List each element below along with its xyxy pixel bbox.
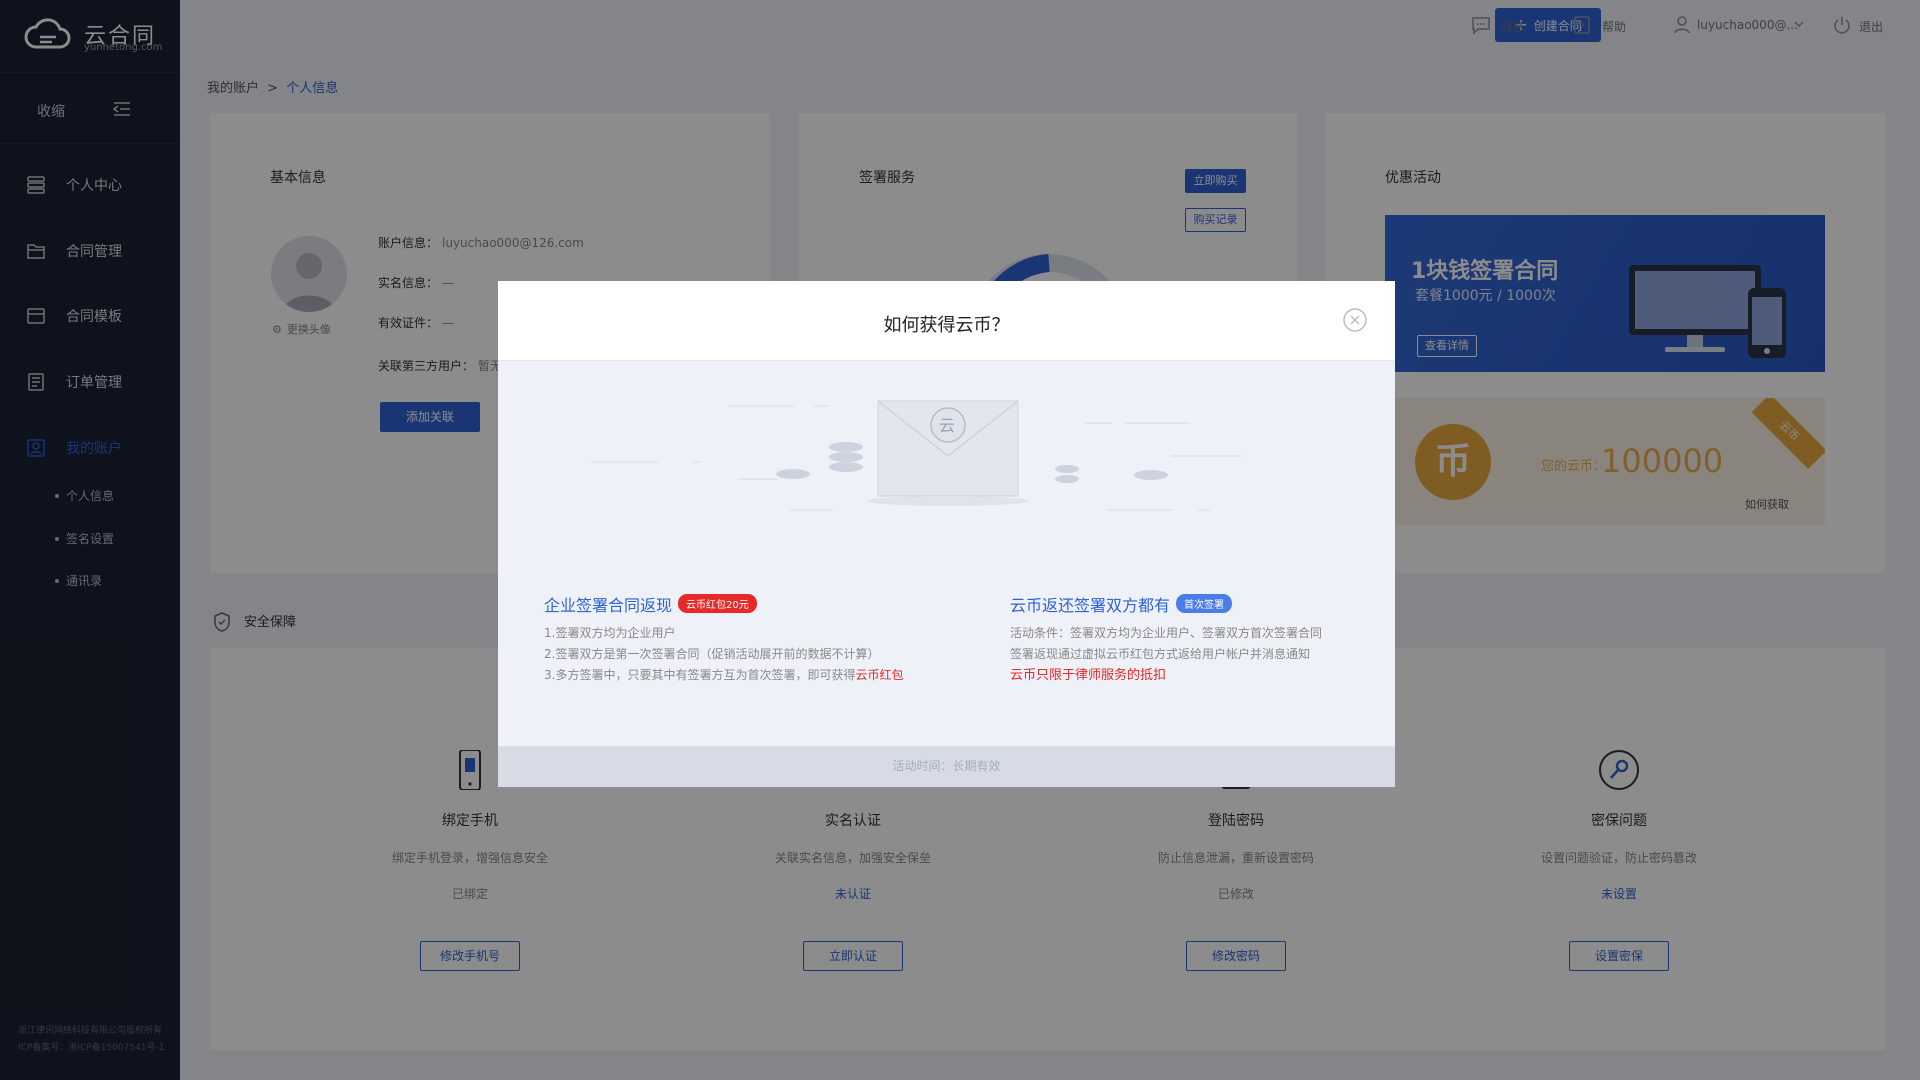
promo-left-line3-text: 3.多方签署中，只要其中有签署方互为首次签署，即可获得 bbox=[544, 668, 856, 682]
modal-header: 如何获得云币？ bbox=[498, 281, 1395, 361]
promo-left-title: 企业签署合同返现 bbox=[544, 596, 673, 615]
promo-right-body: 活动条件：签署双方均为企业用户、签署双方首次签署合同 签署返现通过虚拟云币红包方… bbox=[1010, 623, 1322, 686]
envelope-illustration: 云 bbox=[498, 361, 1395, 541]
modal-footer: 活动时间：长期有效 bbox=[498, 746, 1395, 787]
envelope-glyph: 云 bbox=[939, 416, 955, 435]
promo-left-line: 1.签署双方均为企业用户 bbox=[544, 626, 676, 640]
promo-right-title: 云币返还签署双方都有 bbox=[1010, 596, 1171, 615]
promo-left-header: 企业签署合同返现 云币红包20元 bbox=[544, 592, 757, 616]
promo-left-line: 3.多方签署中，只要其中有签署方互为首次签署，即可获得云币红包 bbox=[544, 665, 903, 686]
modal-title: 如何获得云币？ bbox=[883, 315, 1010, 336]
coin-info-modal: 如何获得云币？ 云 企业签署合同返现 云币红包20元 1.签署双方均为企业用户 … bbox=[498, 281, 1395, 787]
promo-right-header: 云币返还签署双方都有 首次签署 bbox=[1010, 592, 1233, 616]
promo-left-line: 2.签署双方是第一次签署合同（促销活动展开前的数据不计算） bbox=[544, 647, 880, 661]
promo-right-line: 活动条件：签署双方均为企业用户、签署双方首次签署合同 bbox=[1010, 626, 1323, 640]
close-icon[interactable] bbox=[1342, 307, 1368, 333]
promo-right-line: 签署返现通过虚拟云币红包方式返给用户帐户并消息通知 bbox=[1010, 647, 1311, 661]
promo-left-line3-highlight: 云币红包 bbox=[855, 668, 904, 682]
promo-right-badge: 首次签署 bbox=[1176, 594, 1233, 613]
promo-left-badge: 云币红包20元 bbox=[678, 594, 757, 613]
promo-left-body: 1.签署双方均为企业用户 2.签署双方是第一次签署合同（促销活动展开前的数据不计… bbox=[544, 623, 903, 686]
promo-right-line-highlight: 云币只限于律师服务的抵扣 bbox=[1010, 668, 1167, 683]
